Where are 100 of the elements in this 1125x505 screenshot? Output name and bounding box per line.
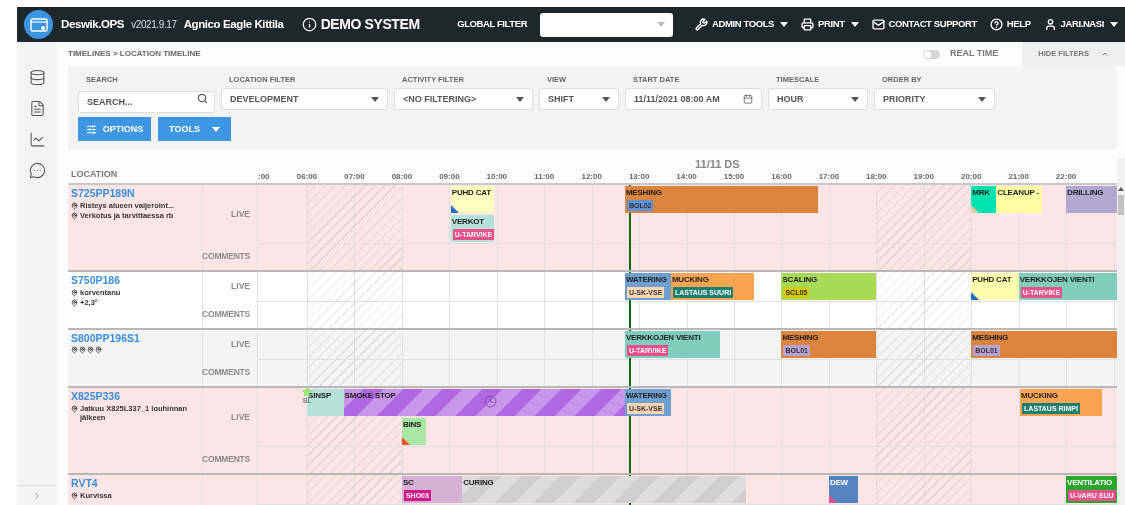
lane-label: COMMENTS	[202, 308, 250, 321]
caret-icon	[780, 22, 789, 27]
search-icon[interactable]	[197, 93, 208, 105]
hour-label: 18:00	[865, 172, 888, 182]
breadcrumb: TIMELINES > LOCATION TIMELINE	[68, 48, 201, 60]
activity-label: PUHD CAT	[972, 274, 1012, 286]
app-logo-icon[interactable]	[24, 10, 53, 39]
envelope-icon	[871, 18, 885, 31]
lane-label: COMMENTS	[202, 366, 250, 379]
activity-label: MESHING	[625, 187, 662, 199]
global-filter-label: GLOBAL FILTER	[457, 17, 528, 32]
scroll-up-icon[interactable]	[1118, 187, 1124, 191]
dropdown-select[interactable]: DEVELOPMENT	[221, 88, 388, 111]
activity-bar[interactable]: MRK	[971, 186, 997, 213]
activity-label: WATERING	[625, 274, 667, 286]
activity-label: MESHING	[782, 332, 819, 344]
activity-bar[interactable]: BINS	[401, 418, 426, 445]
hour-label: 14:00	[675, 172, 698, 182]
menu-button[interactable]: JARI.NASI	[1043, 17, 1118, 32]
global-filter-dropdown[interactable]	[540, 12, 674, 37]
lane-label: COMMENTS	[202, 250, 250, 263]
hour-label: 08:00	[390, 172, 414, 182]
location-pin-icon	[71, 492, 78, 500]
activity-label: SC	[402, 477, 414, 489]
calendar-icon[interactable]	[743, 94, 753, 105]
hour-label: 20:00	[959, 172, 983, 182]
date-field[interactable]: 11/11/2021 08:00 AM	[625, 88, 762, 111]
dropdown-select[interactable]: SHIFT	[539, 88, 619, 111]
hour-label: 12:00	[580, 172, 603, 182]
activity-label: CURING	[463, 477, 494, 489]
hour-label: 09:00	[438, 172, 461, 182]
info-icon	[301, 17, 317, 32]
scrollbar[interactable]	[1117, 158, 1125, 505]
caret-icon	[211, 126, 220, 132]
wrench-icon	[695, 18, 709, 31]
chat-icon[interactable]	[28, 162, 46, 179]
caret-icon	[978, 96, 986, 102]
sliders-icon	[85, 123, 97, 135]
menu-button[interactable]: CONTACT SUPPORT	[871, 17, 977, 32]
caret-icon	[851, 96, 859, 102]
lane-label: LIVE	[231, 207, 250, 221]
caret-icon	[850, 22, 859, 27]
document-icon[interactable]	[28, 100, 46, 117]
scrollbar-thumb[interactable]	[1118, 195, 1124, 215]
activity-label: SCALING	[782, 274, 818, 286]
caret-icon	[371, 96, 379, 102]
caret-icon	[602, 96, 610, 102]
printer-icon	[801, 18, 815, 31]
activity-label: MESHING	[972, 332, 1009, 344]
chevron-up-icon	[1101, 50, 1109, 58]
hour-label: 11:00	[533, 172, 556, 182]
version-text: v2021.9.17	[131, 18, 177, 32]
activity-label: WATERING	[625, 390, 667, 402]
caret-icon	[1110, 22, 1118, 27]
lane-label: COMMENTS	[202, 453, 250, 466]
activity-label: CLEANUP -	[997, 187, 1039, 199]
caret-icon	[657, 22, 666, 27]
caret-icon	[516, 96, 524, 102]
location-pin-icon	[71, 405, 78, 413]
dropdown-select[interactable]: HOUR	[768, 88, 868, 111]
dropdown-select[interactable]: <NO FILTERING>	[394, 88, 533, 111]
hour-label: 21:00	[1007, 172, 1030, 182]
activity-label: SMOKE STOP	[344, 390, 396, 402]
hour-label: 06:00	[295, 172, 319, 182]
activity-label: PUHD CAT	[451, 187, 491, 199]
chart-icon[interactable]	[28, 131, 46, 148]
location-pin-icon	[71, 299, 78, 307]
activity-bar[interactable]: DRILLING	[1066, 186, 1117, 213]
hour-label: :00	[258, 172, 271, 182]
real-time-toggle[interactable]	[922, 49, 940, 59]
activity-label: MRK	[972, 187, 990, 199]
activity-label: VERKOT	[451, 216, 484, 228]
hour-label: 13:00	[627, 172, 651, 182]
activity-bar[interactable]: DEW	[828, 476, 859, 503]
dropdown-select[interactable]: PRIORITY	[874, 88, 995, 111]
menu-button[interactable]: HELP	[989, 17, 1031, 32]
activity-bar[interactable]: PUHD CAT	[450, 186, 495, 213]
location-pin-icon	[71, 289, 78, 297]
hour-label: 16:00	[770, 172, 793, 182]
help-icon	[989, 18, 1003, 31]
activity-bar[interactable]: SMOKE STOP	[343, 389, 625, 416]
day-label: 11/11 DS	[695, 158, 740, 170]
menu-button[interactable]: PRINT	[801, 17, 859, 32]
menu-button[interactable]: ADMIN TOOLS	[695, 17, 789, 32]
search-field[interactable]: SEARCH...	[78, 91, 215, 114]
activity-bar[interactable]: PUHD CAT	[971, 273, 1019, 300]
activity-label: DEW	[829, 477, 848, 489]
hour-label: 15:00	[722, 172, 746, 182]
activity-label: BINS	[402, 419, 422, 431]
lane-label: LIVE	[231, 338, 250, 351]
lane-label: LIVE	[231, 280, 250, 293]
hour-label: 10:00	[485, 172, 509, 182]
hour-label: 17:00	[817, 172, 841, 182]
location-pin-icon	[71, 202, 78, 210]
app-name: Deswik.OPS	[61, 16, 125, 32]
activity-label: MUCKING	[1021, 390, 1058, 402]
activity-bar[interactable]: CLEANUP -	[996, 186, 1043, 213]
database-icon[interactable]	[28, 69, 46, 86]
column-heading: LOCATION	[71, 167, 118, 181]
activity-label: MUCKING	[671, 274, 709, 286]
